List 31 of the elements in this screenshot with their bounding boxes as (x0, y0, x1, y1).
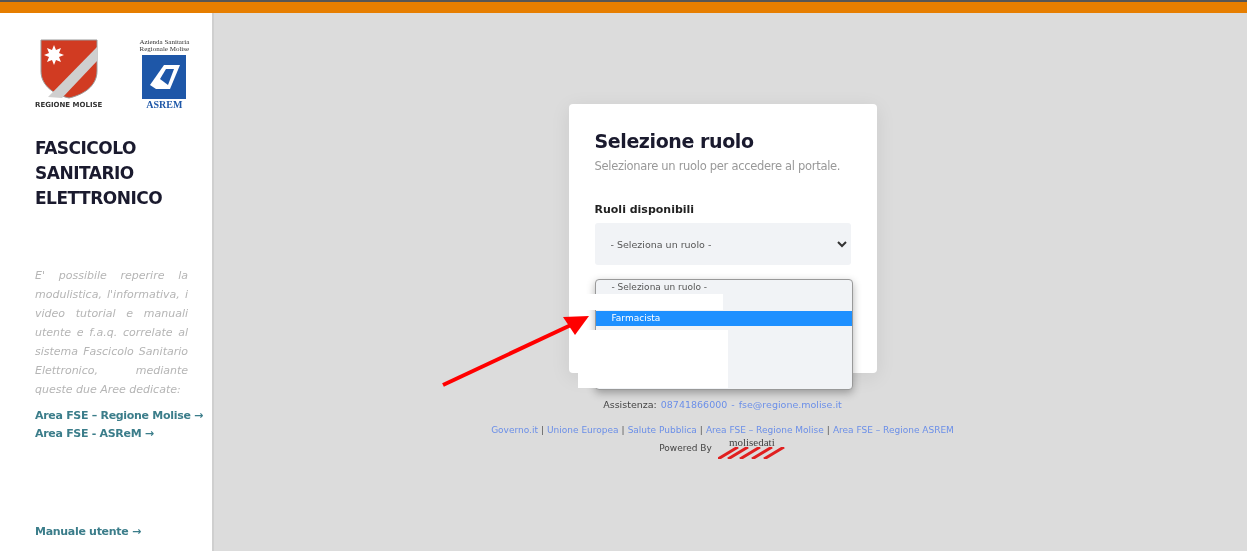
dropdown-option[interactable]: - Seleziona un ruolo - (595, 280, 852, 295)
asrem-logo-icon (142, 55, 187, 99)
separator-text: - (731, 399, 735, 410)
footer-link[interactable]: Area FSE – Regione ASREM (832, 425, 954, 435)
footer-link[interactable]: Salute Pubblica (627, 425, 697, 435)
area-link[interactable]: Area FSE - ASReM → (35, 425, 206, 443)
email-link[interactable]: fse@regione.molise.it (738, 399, 842, 410)
stripes-logo-icon (717, 447, 786, 459)
role-select[interactable]: - Seleziona un ruolo - (594, 223, 851, 265)
brand-name: molisedati (728, 437, 775, 447)
shield-logo-icon (39, 39, 98, 99)
link-separator: | (621, 425, 625, 435)
footer-link[interactable]: Area FSE – Regione Molise (705, 425, 824, 435)
footer-link[interactable]: Unione Europea (547, 425, 619, 435)
description-text: E' possibile reperire la modulistica, l'informativa, i video tutorial e manuali utente e f.a.q. correlate al sistema Fascicolo Sanitario Elettronico, mediante queste due Aree dedicate: (35, 268, 188, 398)
link-separator: | (826, 425, 830, 435)
field-label: Ruoli disponibili (594, 203, 696, 216)
area-link[interactable]: Area FSE – Regione Molise → (35, 407, 206, 425)
card-title: Selezione ruolo (594, 130, 755, 152)
app-title: FASCICOLO SANITARIO ELETTRONICO (35, 137, 164, 210)
footer-link[interactable]: Governo.it (491, 425, 538, 435)
manual-link[interactable]: Manuale utente → (35, 523, 206, 541)
dropdown-option[interactable]: Farmacista (595, 311, 852, 326)
assistance-label: Assistenza: (603, 399, 657, 410)
card-subtitle: Selezionare un ruolo per accedere al portale. (594, 159, 842, 173)
powered-by-text: Powered By (659, 443, 712, 453)
phone-link[interactable]: 08741866000 (660, 399, 728, 410)
link-separator: | (699, 425, 703, 435)
chevron-down-icon (836, 240, 847, 248)
logo-name: ASREM (146, 99, 183, 110)
link-separator: | (540, 425, 544, 435)
